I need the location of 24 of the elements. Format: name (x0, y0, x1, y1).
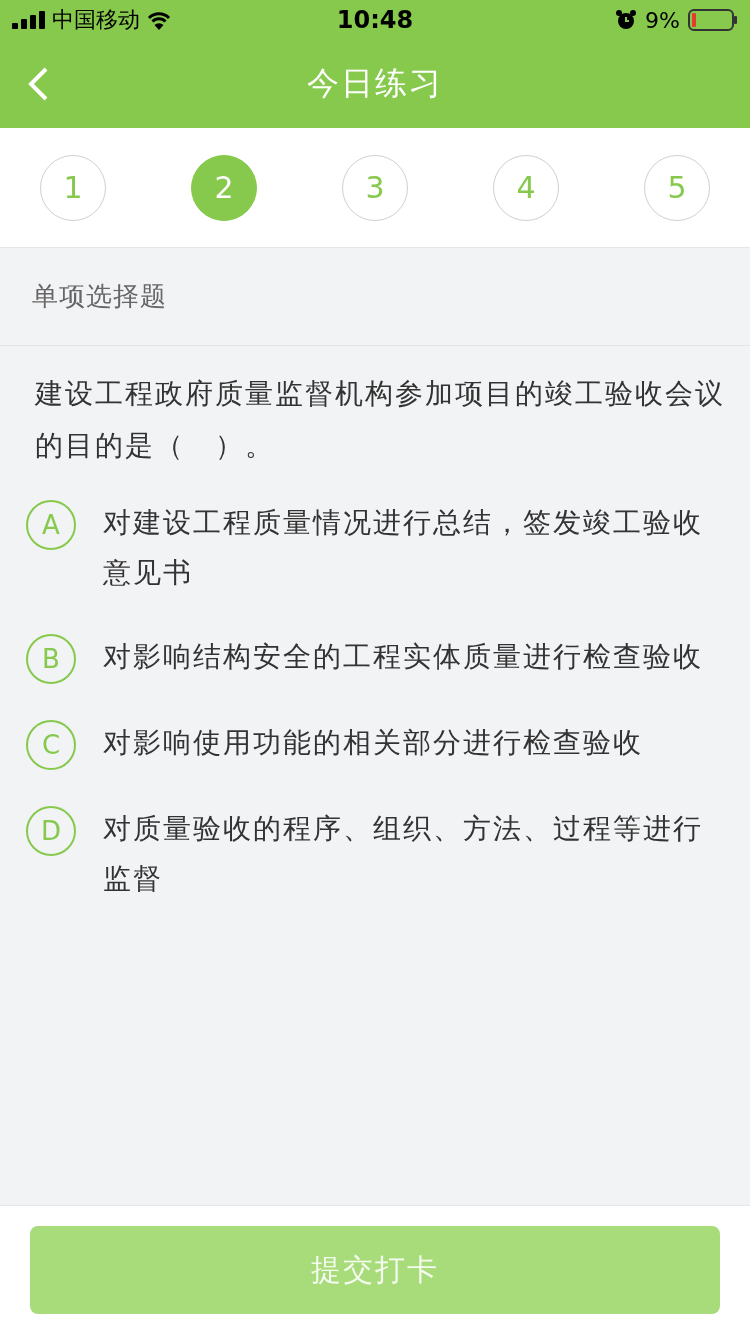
signal-icon (12, 11, 46, 29)
carrier-name: 中国移动 (52, 6, 140, 34)
option-text[interactable]: 对影响使用功能的相关部分进行检查验收 (103, 718, 723, 768)
option-letter[interactable]: A (26, 500, 76, 550)
page-title: 今日练习 (307, 63, 443, 104)
question-number-tab[interactable]: 2 (191, 154, 257, 221)
wifi-icon (146, 10, 172, 30)
question-number-tab[interactable]: 4 (493, 154, 559, 221)
option-letter[interactable]: C (26, 720, 76, 770)
question-number-tab[interactable]: 1 (40, 154, 106, 221)
question-number-tab[interactable]: 5 (644, 154, 710, 221)
question-number-tab[interactable]: 3 (342, 154, 408, 221)
option-text[interactable]: 对影响结构安全的工程实体质量进行检查验收 (103, 632, 723, 682)
battery-percent: 9% (645, 7, 680, 33)
option-text[interactable]: 对建设工程质量情况进行总结，签发竣工验收意见书 (103, 498, 723, 598)
alarm-icon (615, 9, 638, 31)
option-letter[interactable]: B (26, 634, 76, 684)
question-text: 建设工程政府质量监督机构参加项目的竣工验收会议的目的是（ ）。 (33, 376, 726, 464)
option-letter[interactable]: D (26, 806, 76, 856)
section-heading: 单项选择题 (0, 248, 750, 346)
status-time: 10:48 (336, 6, 414, 34)
option-text[interactable]: 对质量验收的程序、组织、方法、过程等进行监督 (103, 804, 723, 904)
battery-icon (688, 9, 738, 31)
back-icon[interactable] (26, 66, 50, 102)
